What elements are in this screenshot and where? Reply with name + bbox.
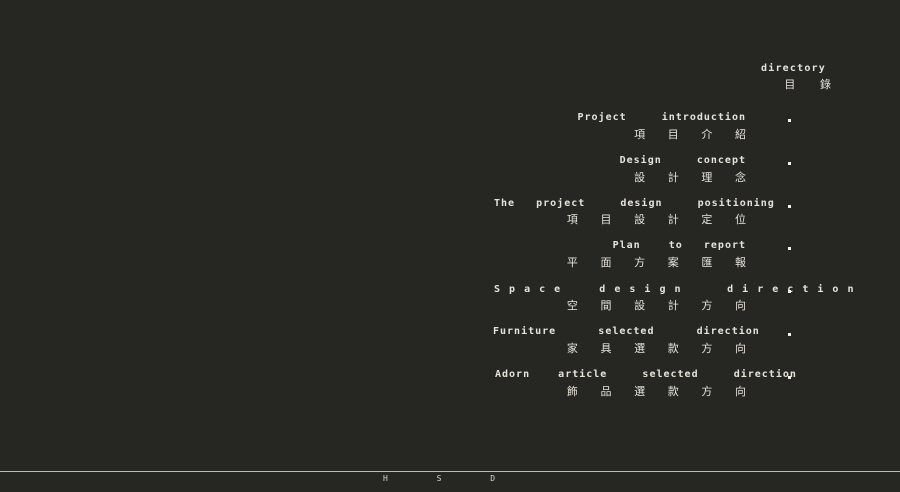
bullet-icon [788, 333, 791, 336]
toc-item-label-en: Design concept [619, 155, 746, 166]
toc-item-label-en: Furniture selected direction [493, 326, 760, 337]
bullet-icon [788, 290, 791, 293]
toc-item-label-en: The project design positioning [494, 198, 775, 209]
toc-item-label-zh: 空 間 設 計 方 向 [566, 299, 754, 312]
bullet-icon [788, 119, 791, 122]
toc-item-label-zh: 家 具 選 款 方 向 [566, 342, 754, 355]
toc-item-label-zh: 平 面 方 案 匯 報 [566, 256, 754, 269]
bullet-icon [788, 162, 791, 165]
toc-item-label-zh: 項 目 設 計 定 位 [566, 213, 754, 226]
bullet-icon [788, 376, 791, 379]
toc-item-label-en: Plan to report [612, 240, 746, 251]
toc-item-label-zh: 設 計 理 念 [634, 171, 754, 184]
toc-item-label-en: S p a c e d e s i g n d i r e c t i o n [494, 284, 855, 295]
toc-item-label-en: Project introduction [577, 112, 746, 123]
toc-item-label-zh: 項 目 介 紹 [634, 128, 754, 141]
bullet-icon [788, 205, 791, 208]
bullet-icon [788, 247, 791, 250]
footer-divider [0, 471, 900, 472]
directory-title-zh: 目 錄 [784, 78, 840, 91]
directory-title-en: directory [761, 63, 826, 74]
toc-item-label-en: Adorn article selected direction [495, 369, 797, 380]
footer-brand: H S D [382, 474, 518, 483]
toc-item-label-zh: 飾 品 選 款 方 向 [566, 385, 754, 398]
